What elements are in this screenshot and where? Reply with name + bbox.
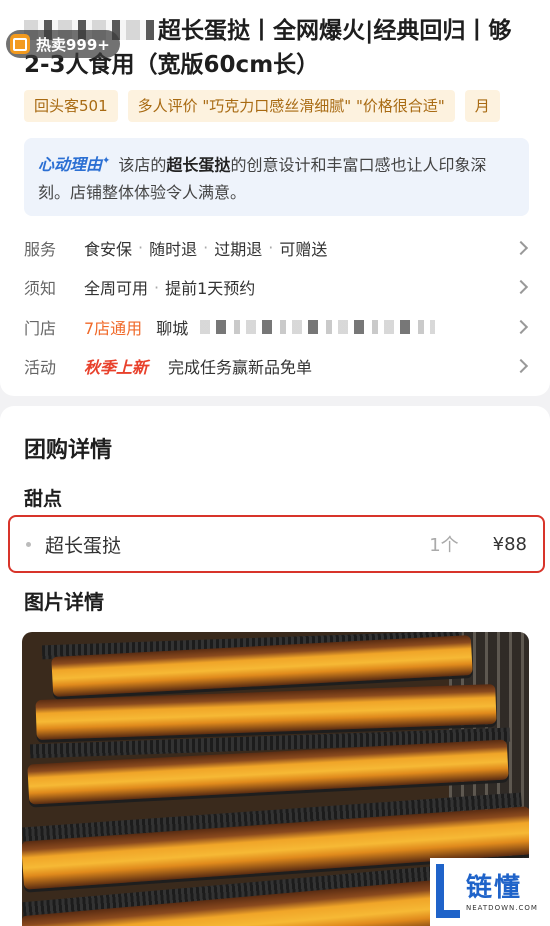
detail-heading: 团购详情: [24, 438, 113, 463]
tag-reviews[interactable]: 多人评价 "巧克力口感丝滑细腻" "价格很合适": [127, 90, 455, 122]
tag-more[interactable]: 月: [464, 90, 500, 122]
service-row[interactable]: 服务 食安保 · 随时退 · 过期退 · 可赠送: [24, 228, 530, 268]
sold-count-badge: 热卖999+: [6, 30, 120, 58]
item-name: 超长蛋挞: [45, 534, 122, 557]
store-row[interactable]: 门店 7店通用 聊城: [24, 307, 530, 347]
bullet-dot: [26, 541, 31, 547]
watermark-logo: 链懂 NEATDOWN.COM: [430, 858, 550, 926]
redacted-address: [200, 319, 436, 334]
image-detail-heading: 图片详情: [24, 590, 104, 614]
reason-label: 心动理由✦: [38, 155, 111, 175]
recommend-reason: 心动理由✦ 该店的超长蛋挞的创意设计和丰富口感也让人印象深刻。店铺整体体验令人满意…: [24, 138, 529, 216]
item-price: ¥88: [492, 533, 527, 555]
sparkle-icon: ✦: [102, 156, 111, 167]
category-heading: 甜点: [24, 488, 63, 510]
notice-row[interactable]: 须知 全周可用 · 提前1天预约: [24, 268, 530, 308]
info-rows: 服务 食安保 · 随时退 · 过期退 · 可赠送 须知 全周可用 · 提前1天预约 门店…: [24, 228, 530, 386]
tag-repeat-customers[interactable]: 回头客501: [24, 90, 118, 122]
shopping-bag-icon: [10, 34, 30, 54]
highlight-tags: 回头客501 多人评价 "巧克力口感丝滑细腻" "价格很合适" 月: [24, 90, 550, 122]
logo-mark-icon: [434, 862, 462, 922]
item-quantity: 1个: [429, 535, 459, 556]
sold-count-text: 热卖999+: [36, 35, 110, 54]
package-item-row[interactable]: 超长蛋挞 1个 ¥88: [8, 515, 545, 573]
activity-row[interactable]: 活动 秋季上新 完成任务赢新品免单: [24, 347, 530, 387]
